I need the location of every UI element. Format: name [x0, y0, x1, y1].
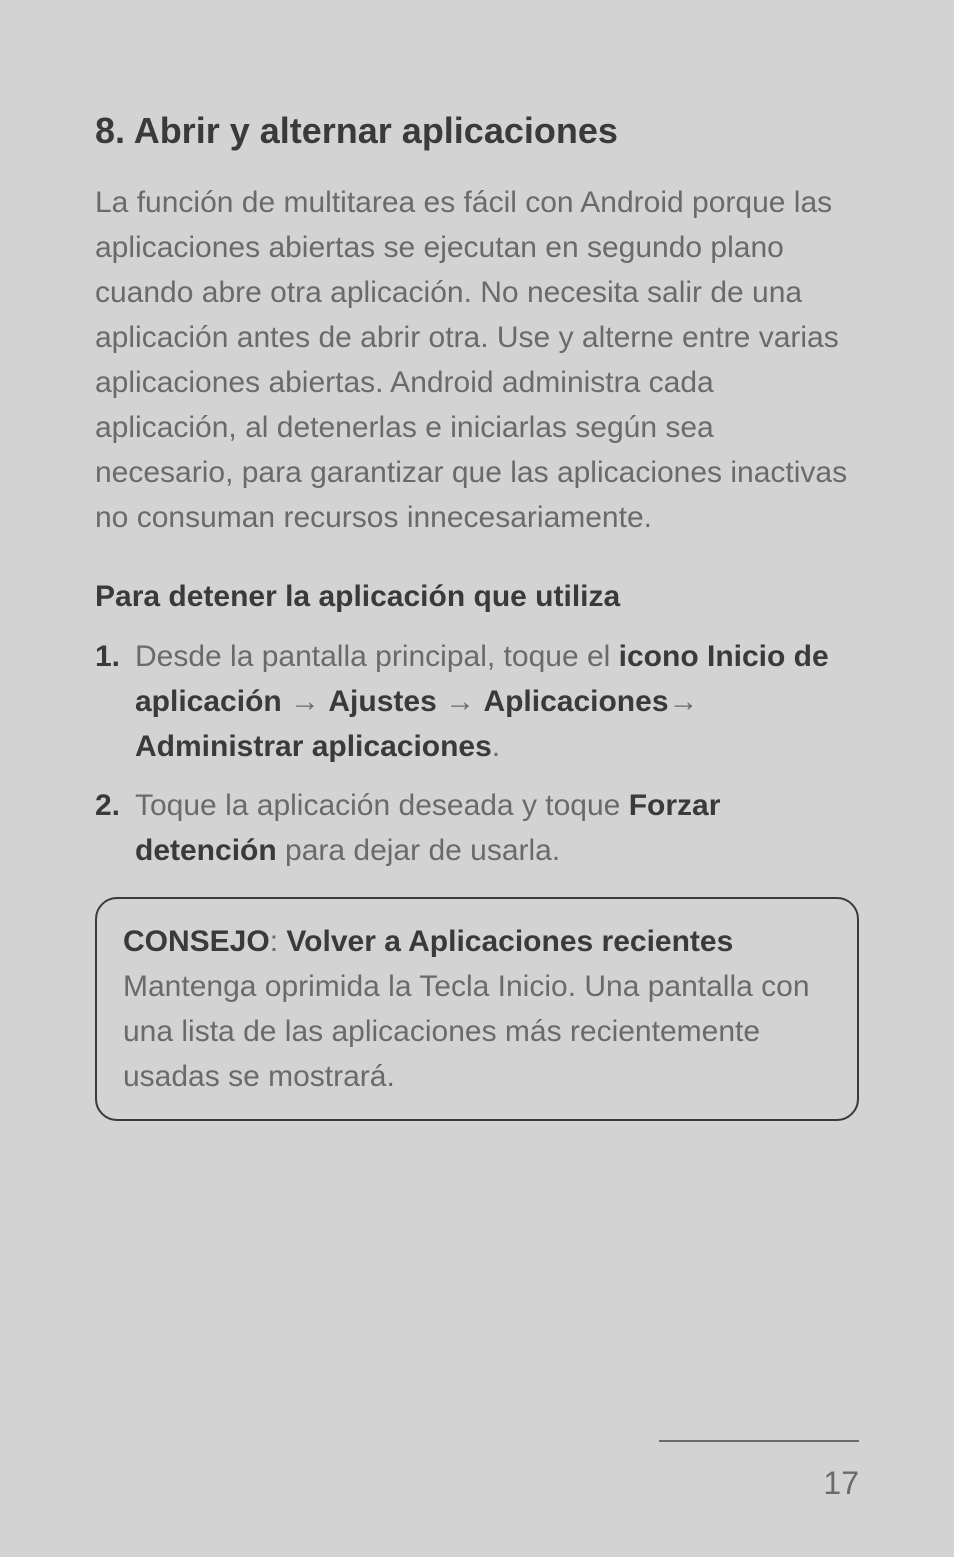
step-text: para dejar de usarla.	[277, 834, 561, 867]
list-item: 2. Toque la aplicación deseada y toque F…	[95, 783, 859, 873]
step-arrow: →	[437, 685, 484, 718]
page-number: 17	[823, 1465, 859, 1502]
step-arrow: →	[669, 685, 699, 718]
list-number: 1.	[95, 634, 120, 679]
tip-title: Volver a Aplicaciones recientes	[286, 925, 733, 958]
step-bold: Aplicaciones	[483, 685, 668, 718]
list-number: 2.	[95, 783, 120, 828]
steps-list: 1. Desde la pantalla principal, toque el…	[95, 634, 859, 873]
tip-label: CONSEJO	[123, 925, 270, 958]
step-text: Desde la pantalla principal, toque el	[135, 640, 619, 673]
step-bold: Administrar aplicaciones	[135, 730, 492, 763]
step-bold: Ajustes	[328, 685, 436, 718]
tip-body: Mantenga oprimida la Tecla Inicio. Una p…	[123, 970, 810, 1093]
tip-colon: :	[270, 925, 287, 958]
subheading: Para detener la aplicación que utiliza	[95, 580, 859, 614]
step-arrow: →	[282, 685, 329, 718]
section-heading: 8. Abrir y alternar aplicaciones	[95, 110, 859, 152]
step-text: Toque la aplicación deseada y toque	[135, 789, 629, 822]
tip-box: CONSEJO: Volver a Aplicaciones recientes…	[95, 897, 859, 1121]
list-item: 1. Desde la pantalla principal, toque el…	[95, 634, 859, 769]
page-divider	[659, 1440, 859, 1442]
step-text: .	[492, 730, 500, 763]
intro-paragraph: La función de multitarea es fácil con An…	[95, 180, 859, 540]
